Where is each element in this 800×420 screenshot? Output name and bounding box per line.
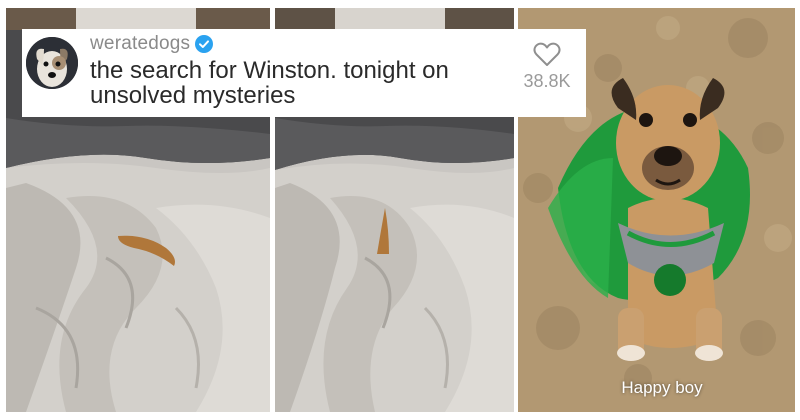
username[interactable]: weratedogs [90,33,190,55]
post-caption: the search for Winston. tonight on unsol… [90,57,449,109]
like-button[interactable]: 38.8K [512,41,582,92]
like-count: 38.8K [523,71,571,91]
post-caption-card: weratedogs the search for Winston. tonig… [22,29,586,117]
video-subtitle: Happy boy [621,378,703,397]
avatar[interactable] [26,37,78,89]
verified-badge-icon [195,35,214,53]
heart-outline-icon[interactable] [533,41,561,67]
dog-avatar-icon [26,37,78,89]
